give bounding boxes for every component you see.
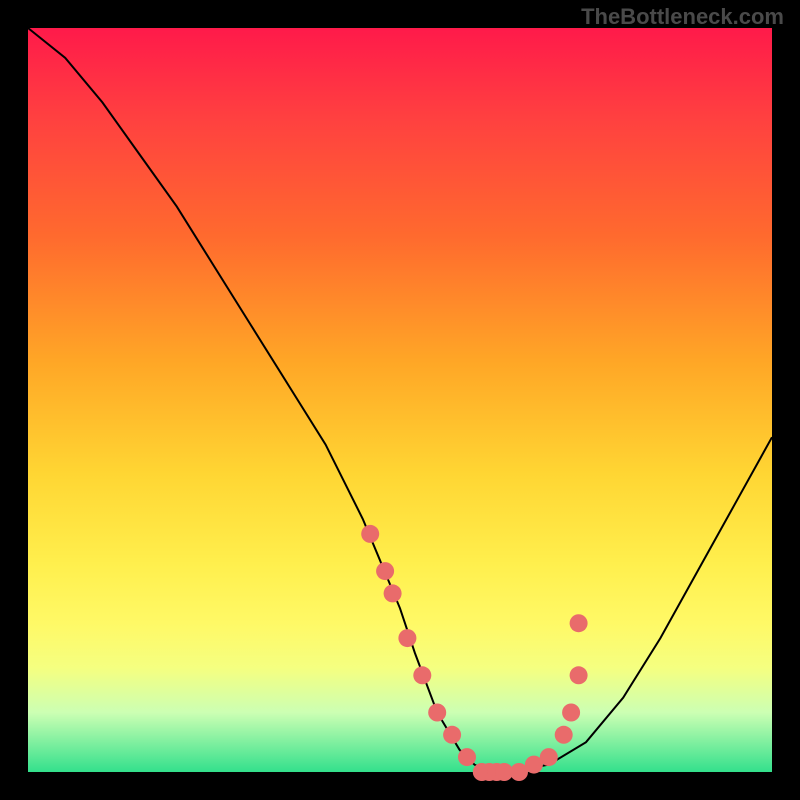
highlight-markers [361, 525, 587, 781]
marker-dot [570, 614, 588, 632]
marker-dot [570, 666, 588, 684]
marker-dot [555, 726, 573, 744]
marker-dot [361, 525, 379, 543]
marker-dot [376, 562, 394, 580]
marker-dot [458, 748, 476, 766]
marker-dot [443, 726, 461, 744]
marker-dot [428, 704, 446, 722]
marker-dot [413, 666, 431, 684]
marker-dot [398, 629, 416, 647]
marker-dot [562, 704, 580, 722]
marker-dot [384, 584, 402, 602]
marker-dot [540, 748, 558, 766]
watermark-text: TheBottleneck.com [581, 4, 784, 30]
bottleneck-curve-line [28, 28, 772, 772]
chart-overlay [28, 28, 772, 772]
